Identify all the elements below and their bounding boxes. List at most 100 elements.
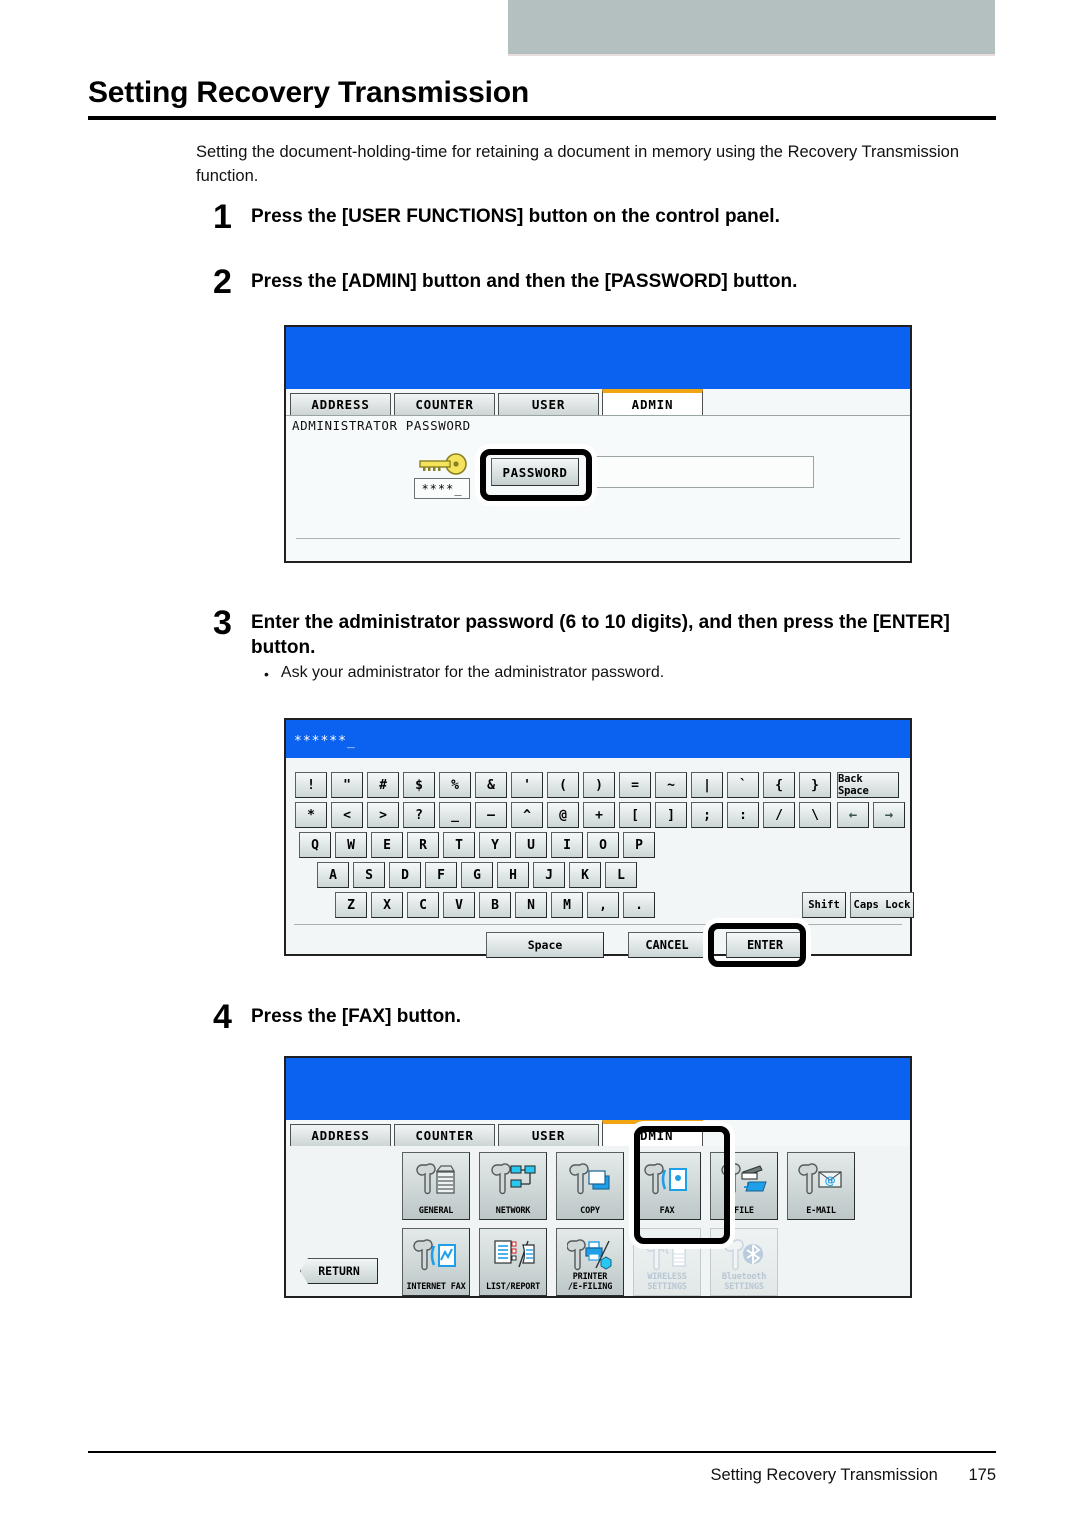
arrow-left-icon[interactable]: ←: [837, 802, 869, 828]
menu-button-network[interactable]: NETWORK: [479, 1152, 547, 1220]
key-q[interactable]: Q: [299, 832, 331, 858]
key-period[interactable]: .: [623, 892, 655, 918]
key-pipe[interactable]: |: [691, 772, 723, 798]
arrow-right-icon[interactable]: →: [873, 802, 905, 828]
key-caps-lock[interactable]: Caps Lock: [850, 892, 914, 918]
key-z[interactable]: Z: [335, 892, 367, 918]
return-button[interactable]: RETURN: [300, 1258, 378, 1284]
key-apostrophe[interactable]: ': [511, 772, 543, 798]
key-u[interactable]: U: [515, 832, 547, 858]
wrench-printer-icon: [557, 1233, 623, 1277]
tab-bar-admin-menu: ADDRESS COUNTER USER ADMIN: [290, 1120, 703, 1146]
key-bracket-close[interactable]: ]: [655, 802, 687, 828]
key-e[interactable]: E: [371, 832, 403, 858]
step-3-bullet: • Ask your administrator for the adminis…: [264, 664, 964, 684]
tab-user-menu[interactable]: USER: [498, 1124, 599, 1146]
key-s[interactable]: S: [353, 862, 385, 888]
key-percent[interactable]: %: [439, 772, 471, 798]
key-slash[interactable]: /: [763, 802, 795, 828]
password-button[interactable]: PASSWORD: [491, 458, 579, 486]
tab-bar-password: ADDRESS COUNTER USER ADMIN: [290, 389, 703, 415]
wrench-file-icon: [711, 1157, 777, 1201]
key-n[interactable]: N: [515, 892, 547, 918]
key-equals[interactable]: =: [619, 772, 651, 798]
key-paren-open[interactable]: (: [547, 772, 579, 798]
key-back-space[interactable]: Back Space: [837, 772, 899, 798]
tab-admin-menu[interactable]: ADMIN: [602, 1120, 703, 1146]
key-dollar[interactable]: $: [403, 772, 435, 798]
key-h[interactable]: H: [497, 862, 529, 888]
key-o[interactable]: O: [587, 832, 619, 858]
tab-counter-menu[interactable]: COUNTER: [394, 1124, 495, 1146]
key-p[interactable]: P: [623, 832, 655, 858]
key-caret[interactable]: ^: [511, 802, 543, 828]
tab-address-menu[interactable]: ADDRESS: [290, 1124, 391, 1146]
key-y[interactable]: Y: [479, 832, 511, 858]
menu-button-general[interactable]: GENERAL: [402, 1152, 470, 1220]
key-w[interactable]: W: [335, 832, 367, 858]
key-hash[interactable]: #: [367, 772, 399, 798]
menu-button-email[interactable]: @ E-MAIL: [787, 1152, 855, 1220]
step-4-text: Press the [FAX] button.: [251, 1006, 462, 1027]
menu-button-wireless-settings[interactable]: WIRELESS SETTINGS: [633, 1228, 701, 1296]
enter-button[interactable]: ENTER: [726, 932, 804, 958]
menu-button-internet-fax[interactable]: INTERNET FAX: [402, 1228, 470, 1296]
key-brace-open[interactable]: {: [763, 772, 795, 798]
step-2-number: 2: [213, 263, 232, 301]
intro-paragraph: Setting the document-holding-time for re…: [196, 143, 960, 185]
tab-user[interactable]: USER: [498, 393, 599, 415]
key-exclam[interactable]: !: [295, 772, 327, 798]
key-brace-close[interactable]: }: [799, 772, 831, 798]
key-d[interactable]: D: [389, 862, 421, 888]
key-f[interactable]: F: [425, 862, 457, 888]
step-3-number: 3: [213, 604, 232, 642]
key-semicolon[interactable]: ;: [691, 802, 723, 828]
menu-button-list-report[interactable]: LIST/REPORT: [479, 1228, 547, 1296]
key-plus[interactable]: +: [583, 802, 615, 828]
key-backslash[interactable]: \: [799, 802, 831, 828]
key-bracket-open[interactable]: [: [619, 802, 651, 828]
password-input-field[interactable]: [594, 456, 814, 488]
key-r[interactable]: R: [407, 832, 439, 858]
tab-admin[interactable]: ADMIN: [602, 389, 703, 415]
key-dash[interactable]: —: [475, 802, 507, 828]
menu-button-bluetooth-settings[interactable]: Bluetooth SETTINGS: [710, 1228, 778, 1296]
key-backtick[interactable]: `: [727, 772, 759, 798]
key-underscore[interactable]: _: [439, 802, 471, 828]
key-comma[interactable]: ,: [587, 892, 619, 918]
key-asterisk[interactable]: *: [295, 802, 327, 828]
key-space[interactable]: Space: [486, 932, 604, 958]
key-i[interactable]: I: [551, 832, 583, 858]
key-x[interactable]: X: [371, 892, 403, 918]
lcd-title-area-menu: [286, 1058, 910, 1120]
key-colon[interactable]: :: [727, 802, 759, 828]
key-k[interactable]: K: [569, 862, 601, 888]
key-v[interactable]: V: [443, 892, 475, 918]
menu-button-fax[interactable]: FAX: [633, 1152, 701, 1220]
key-shift[interactable]: Shift: [802, 892, 846, 918]
key-a[interactable]: A: [317, 862, 349, 888]
key-t[interactable]: T: [443, 832, 475, 858]
cancel-button[interactable]: CANCEL: [628, 932, 706, 958]
key-ampersand[interactable]: &: [475, 772, 507, 798]
wrench-copy-icon: [557, 1157, 623, 1201]
key-j[interactable]: J: [533, 862, 565, 888]
title-divider: [88, 116, 996, 120]
key-b[interactable]: B: [479, 892, 511, 918]
tab-address[interactable]: ADDRESS: [290, 393, 391, 415]
key-quote[interactable]: ": [331, 772, 363, 798]
menu-button-file[interactable]: FILE: [710, 1152, 778, 1220]
key-greater-than[interactable]: >: [367, 802, 399, 828]
key-question[interactable]: ?: [403, 802, 435, 828]
key-less-than[interactable]: <: [331, 802, 363, 828]
key-g[interactable]: G: [461, 862, 493, 888]
tab-counter[interactable]: COUNTER: [394, 393, 495, 415]
key-c[interactable]: C: [407, 892, 439, 918]
key-at[interactable]: @: [547, 802, 579, 828]
key-l[interactable]: L: [605, 862, 637, 888]
key-tilde[interactable]: ~: [655, 772, 687, 798]
menu-button-copy[interactable]: COPY: [556, 1152, 624, 1220]
menu-button-printer-efiling[interactable]: PRINTER /E-FILING: [556, 1228, 624, 1296]
key-paren-close[interactable]: ): [583, 772, 615, 798]
key-m[interactable]: M: [551, 892, 583, 918]
